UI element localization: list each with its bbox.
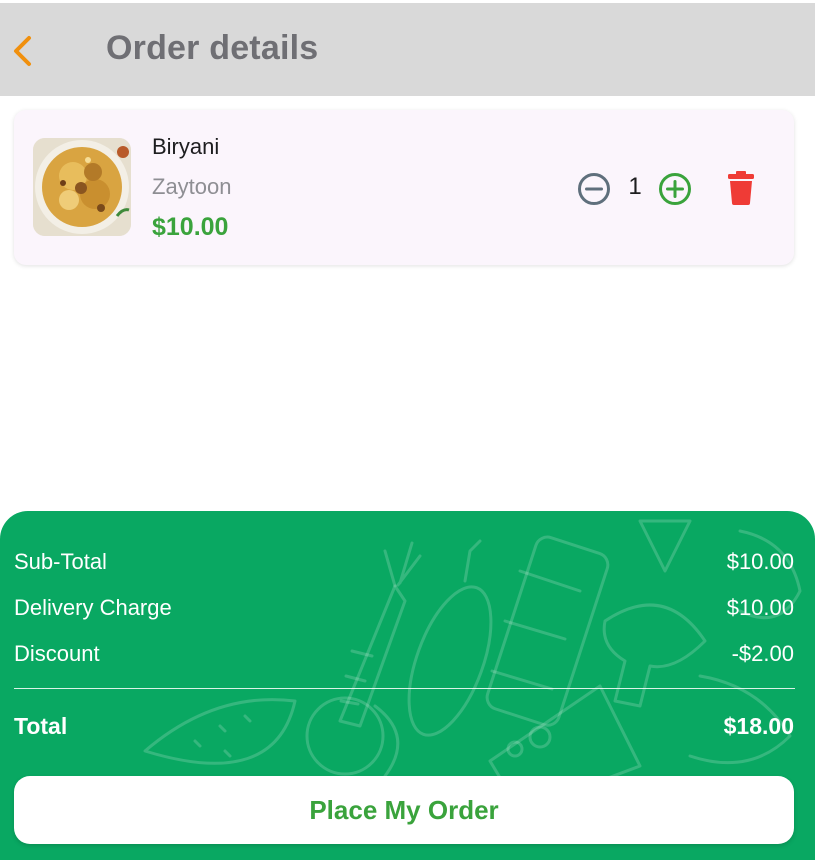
quantity-value: 1 [628,173,642,200]
back-button[interactable] [6,31,42,71]
total-label: Total [14,713,68,739]
cart-item-card: Biryani Zaytoon $10.00 1 [14,110,794,265]
place-order-button[interactable]: Place My Order [14,776,794,844]
item-restaurant: Zaytoon [152,174,232,199]
item-name: Biryani [152,134,220,159]
discount-value: -$2.00 [731,641,794,666]
plus-circle-icon [659,173,691,205]
chevron-left-icon [14,36,31,66]
subtotal-label: Sub-Total [14,549,107,574]
minus-circle-icon [578,173,610,205]
biryani-dish-image [33,138,131,236]
page-title: Order details [106,29,319,67]
delete-item-button[interactable] [727,171,755,205]
total-value: $18.00 [723,713,794,739]
summary-divider [14,688,795,689]
trash-icon [728,171,754,205]
increase-quantity-button[interactable] [658,172,692,206]
item-price: $10.00 [152,213,229,241]
order-summary-panel: Sub-Total $10.00 Delivery Charge $10.00 … [0,511,815,860]
decrease-quantity-button[interactable] [577,172,611,206]
discount-label: Discount [14,641,100,666]
delivery-charge-label: Delivery Charge [14,595,172,620]
delivery-charge-value: $10.00 [726,595,794,620]
place-order-label: Place My Order [309,794,499,825]
subtotal-value: $10.00 [726,549,794,574]
app-bar: Order details [0,3,815,96]
